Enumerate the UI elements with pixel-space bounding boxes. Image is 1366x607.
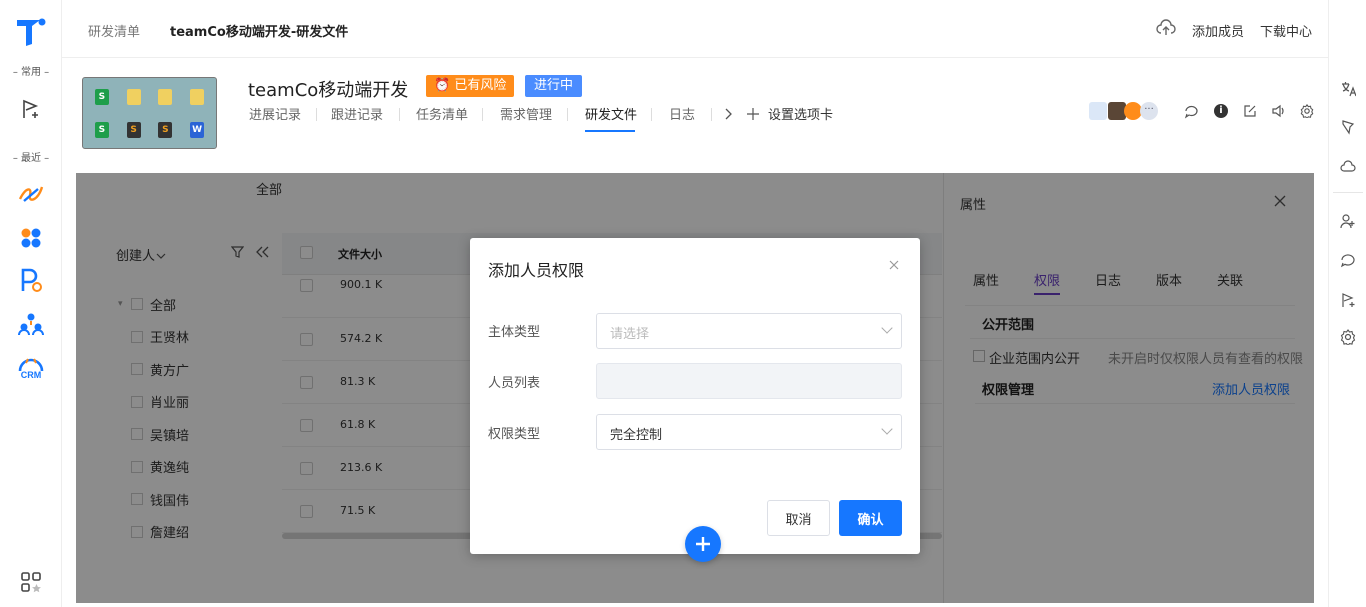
nav-section-common: – 常用 – (12, 67, 50, 78)
thumbnail-file-icon: W (182, 114, 212, 145)
plus-icon[interactable] (747, 108, 759, 124)
edit-icon[interactable] (1243, 104, 1257, 122)
info-icon[interactable]: i (1214, 104, 1228, 118)
tab-divider (567, 108, 568, 121)
thumbnail-file-icon: S (87, 81, 117, 112)
subject-type-placeholder: 请选择 (610, 327, 650, 342)
top-bar: 研发清单 teamCo移动端开发-研发文件 添加成员 下载中心 (62, 0, 1358, 58)
chat-icon[interactable] (1339, 251, 1357, 269)
flag-add-icon[interactable] (1339, 291, 1357, 309)
more-members-icon[interactable]: ··· (1140, 102, 1158, 120)
comment-icon[interactable] (1184, 104, 1199, 123)
project-title: teamCo移动端开发 (248, 80, 409, 101)
nav-section-recent: – 最近 – (12, 153, 50, 164)
tab-tasks[interactable]: 任务清单 (416, 104, 468, 123)
project-thumbnail[interactable]: SSSSW (82, 77, 217, 149)
speaker-icon[interactable] (1271, 104, 1286, 122)
risk-badge: ⏰ 已有风险 (426, 75, 515, 97)
active-tab-underline (585, 130, 635, 132)
chevron-down-icon (881, 423, 893, 435)
chevron-down-icon (881, 322, 893, 334)
app-logo[interactable] (14, 14, 48, 48)
apps-grid-icon[interactable] (17, 568, 45, 596)
translate-icon[interactable] (1339, 80, 1357, 98)
thumbnail-file-icon: S (151, 114, 181, 145)
toolbar-divider (1333, 192, 1363, 193)
add-member-link[interactable]: 添加成员 (1192, 21, 1244, 40)
tab-divider (482, 108, 483, 121)
breadcrumb-root[interactable]: 研发清单 (88, 21, 140, 40)
thumbnail-file-icon (182, 81, 212, 112)
permission-type-label: 权限类型 (488, 427, 541, 442)
tab-requirements[interactable]: 需求管理 (500, 104, 552, 123)
tab-divider (316, 108, 317, 121)
cloud-edit-icon[interactable] (1339, 158, 1357, 176)
breadcrumb-current: teamCo移动端开发-研发文件 (170, 25, 349, 40)
member-avatar[interactable] (1089, 102, 1107, 120)
crm-icon[interactable]: CRM (16, 354, 46, 382)
left-nav: – 常用 – – 最近 – CRM (0, 0, 62, 607)
subject-type-label: 主体类型 (488, 325, 541, 340)
tab-progress[interactable]: 进展记录 (249, 104, 301, 123)
dialog-title: 添加人员权限 (488, 261, 585, 280)
subject-type-select[interactable]: 请选择 (596, 313, 902, 349)
thumbnail-file-icon: S (87, 114, 117, 145)
add-permission-dialog: 添加人员权限 主体类型 请选择 人员列表 权限类型 完全控制 取消 确认 (470, 238, 920, 554)
permission-type-select[interactable]: 完全控制 (596, 414, 902, 450)
floating-add-button[interactable] (685, 526, 721, 562)
chevron-right-icon[interactable] (724, 108, 734, 124)
flag-add-icon[interactable] (17, 95, 45, 123)
confirm-button[interactable]: 确认 (839, 500, 902, 536)
thumbnail-file-icon (119, 81, 149, 112)
app-link-icon[interactable] (17, 180, 45, 208)
app-p-icon[interactable] (17, 266, 45, 294)
permission-type-value: 完全控制 (610, 428, 663, 443)
tab-divider (711, 108, 712, 121)
cancel-button[interactable]: 取消 (767, 500, 830, 536)
close-icon[interactable] (889, 259, 899, 274)
plus-icon (696, 537, 710, 551)
tab-divider (651, 108, 652, 121)
gear-icon[interactable] (1339, 328, 1357, 346)
status-badge: 进行中 (525, 75, 583, 97)
tab-dev-files[interactable]: 研发文件 (585, 104, 637, 123)
tab-divider (399, 108, 400, 121)
member-list-input[interactable] (596, 363, 902, 399)
app-team-icon[interactable] (17, 310, 45, 338)
settings-gear-icon[interactable] (1300, 104, 1314, 122)
download-center-link[interactable]: 下载中心 (1260, 21, 1312, 40)
upload-cloud-icon[interactable] (1156, 19, 1176, 41)
tag-edit-icon[interactable] (1339, 118, 1357, 136)
settings-tab-link[interactable]: 设置选项卡 (768, 104, 833, 123)
member-list-label: 人员列表 (488, 376, 541, 391)
tab-log[interactable]: 日志 (669, 104, 695, 123)
user-add-icon[interactable] (1339, 212, 1357, 230)
app-grid-icon[interactable] (17, 224, 45, 252)
thumbnail-file-icon (151, 81, 181, 112)
thumbnail-file-icon: S (119, 114, 149, 145)
tab-followup[interactable]: 跟进记录 (331, 104, 383, 123)
right-toolbar (1328, 0, 1366, 607)
svg-text:CRM: CRM (21, 370, 42, 380)
